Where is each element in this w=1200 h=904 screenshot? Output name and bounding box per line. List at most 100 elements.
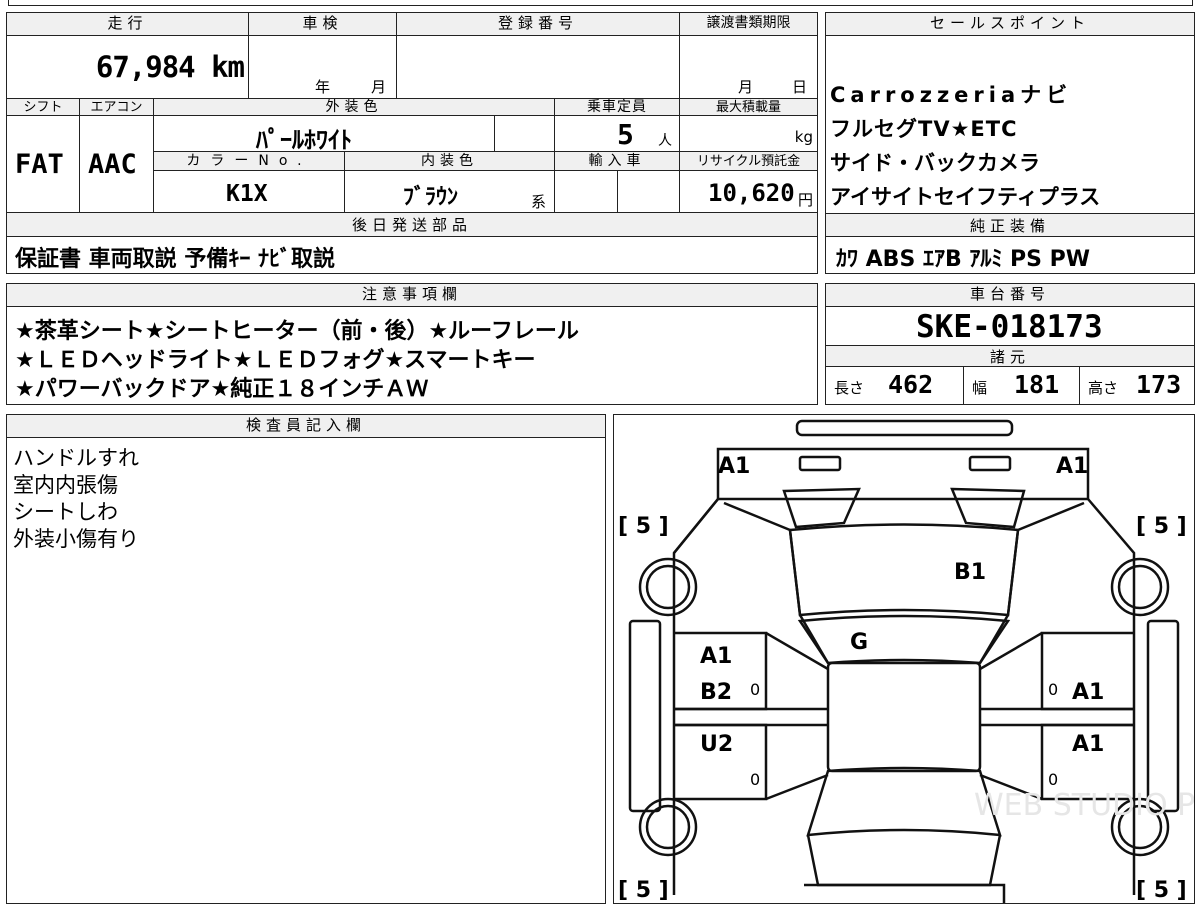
spec-length-label: 長さ xyxy=(834,379,865,397)
chassis-specs-panel: 車台番号 SKE-018173 諸元 長さ 462 幅 181 高さ 173 xyxy=(825,283,1195,405)
capacity-header: 乗車定員 xyxy=(555,99,680,116)
recycle-fee-unit: 円 xyxy=(797,191,813,209)
max-load-value-cell: kg xyxy=(680,116,817,152)
deadline-day-label: 日 xyxy=(792,78,808,96)
tire-label-rear-left: [ 5 ] xyxy=(618,878,669,903)
roof-panel xyxy=(826,661,982,773)
sales-point-1: Carrozzeriaナビ xyxy=(830,83,1073,107)
wheel-front-right xyxy=(1110,557,1170,617)
spec-height-value: 173 xyxy=(1136,370,1182,399)
rear-bumper xyxy=(804,883,1006,903)
headlamp-left xyxy=(782,487,861,529)
inspector-note-1: ハンドルすれ xyxy=(13,446,139,470)
headlight-right-slot xyxy=(968,455,1012,472)
deadline-value-cell: 月 日 xyxy=(680,36,817,99)
wheel-rear-left-inner xyxy=(645,804,691,850)
recycle-fee-value-cell: 10,620 円 xyxy=(680,171,817,213)
headlight-left-slot xyxy=(798,455,842,472)
mileage-value-cell: 67,984 km xyxy=(7,36,249,99)
wheel-front-right-inner xyxy=(1117,564,1163,610)
notes-line-2: ★ＬＥＤヘッドライト★ＬＥＤフォグ★スマートキー xyxy=(15,348,536,373)
capacity-value: 5 xyxy=(617,118,634,151)
tire-label-front-left: [ 5 ] xyxy=(618,514,669,539)
capacity-value-cell: 5 人 xyxy=(555,116,680,152)
front-fender-left xyxy=(673,498,830,664)
import-header: 輸入車 xyxy=(555,152,680,171)
notes-panel: 注意事項欄 ★茶革シート★シートヒーター（前・後）★ルーフレール ★ＬＥＤヘッド… xyxy=(6,283,818,405)
recycle-fee-value: 10,620 xyxy=(708,179,795,207)
sales-point-2: フルセグTV★ETC xyxy=(830,117,1018,141)
spec-length-cell: 長さ 462 xyxy=(826,367,964,404)
top-strip xyxy=(8,0,1193,6)
zero-mark-left-rear: 0 xyxy=(750,770,760,789)
import-value-cell-2 xyxy=(618,171,680,213)
inspection-year-label: 年 xyxy=(315,78,331,96)
color-no-value-cell: K1X xyxy=(154,171,345,213)
capacity-unit: 人 xyxy=(658,133,672,149)
sales-points-header: セールスポイント xyxy=(826,13,1194,36)
max-load-header: 最大積載量 xyxy=(680,99,817,116)
genuine-equipment-value: ｶﾜ ABS ｴｱB ｱﾙﾐ PS PW xyxy=(836,247,1091,272)
rear-hatch xyxy=(806,834,1002,887)
inspection-value-cell: 年 月 xyxy=(249,36,397,99)
windshield xyxy=(797,614,1011,665)
aircon-value: AAC xyxy=(88,149,137,180)
wheel-front-left xyxy=(638,557,698,617)
door-left-sill xyxy=(765,631,829,801)
inspection-month-label: 月 xyxy=(371,78,387,96)
inspector-panel: 検査員記入欄 ハンドルすれ 室内内張傷 シートしわ 外装小傷有り xyxy=(6,414,606,904)
shift-value-cell: FAT xyxy=(7,116,80,213)
exterior-color-value-cell: ﾊﾟｰﾙﾎﾜｲﾄ xyxy=(154,116,495,152)
damage-diagram-panel: WEB STUDIO PLUS A1 A1 B1 G A1 B2 U2 A1 A… xyxy=(613,414,1195,904)
mark-b2-left-front-door: B2 xyxy=(700,680,732,705)
front-bumper-bar xyxy=(795,419,1014,437)
spec-length-value: 462 xyxy=(888,370,934,399)
notes-line-3: ★パワーバックドア★純正１８インチＡＷ xyxy=(15,377,429,402)
interior-color-header: 内装色 xyxy=(345,152,555,171)
inspection-header: 車検 xyxy=(249,13,397,36)
mark-u2-left-rear-door: U2 xyxy=(700,732,733,757)
tire-label-front-right: [ 5 ] xyxy=(1136,514,1187,539)
aircon-value-cell: AAC xyxy=(80,116,154,213)
sales-point-3: サイド・バックカメラ xyxy=(830,151,1040,175)
inspector-note-3: シートしわ xyxy=(13,500,118,524)
inspector-header: 検査員記入欄 xyxy=(7,415,605,438)
spec-height-cell: 高さ 173 xyxy=(1080,367,1194,404)
mark-a1-front-left: A1 xyxy=(718,454,750,479)
interior-color-value: ﾌﾞﾗｳﾝ xyxy=(403,185,459,210)
shift-value: FAT xyxy=(15,149,64,180)
chassis-no-header: 車台番号 xyxy=(826,284,1194,307)
import-value-cell-1 xyxy=(555,171,618,213)
deadline-month-label: 月 xyxy=(738,78,754,96)
later-parts-header: 後日発送部品 xyxy=(7,213,817,237)
exterior-color-header: 外装色 xyxy=(154,99,555,116)
tire-label-rear-right: [ 5 ] xyxy=(1136,878,1187,903)
spec-width-label: 幅 xyxy=(972,379,988,397)
door-right-sill xyxy=(979,631,1043,801)
load-unit: kg xyxy=(794,128,813,146)
inspector-note-2: 室内内張傷 xyxy=(13,473,118,497)
exterior-color-value: ﾊﾟｰﾙﾎﾜｲﾄ xyxy=(256,126,352,152)
mark-a1-left-front-door: A1 xyxy=(700,644,732,669)
mileage-header: 走行 xyxy=(7,13,249,36)
color-no-value: K1X xyxy=(226,181,268,207)
rear-window xyxy=(806,766,1002,837)
mark-a1-right-rear-door: A1 xyxy=(1072,732,1104,757)
inspector-note-4: 外装小傷有り xyxy=(13,527,139,551)
watermark: WEB STUDIO PLUS xyxy=(974,788,1194,823)
wheel-rear-left xyxy=(638,797,698,857)
zero-mark-left-front: 0 xyxy=(750,680,760,699)
genuine-equipment-header: 純正装備 xyxy=(826,213,1194,237)
spec-height-label: 高さ xyxy=(1088,379,1119,397)
chassis-no-value: SKE-018173 xyxy=(916,309,1103,345)
mark-a1-front-right: A1 xyxy=(1056,454,1088,479)
wheel-front-left-inner xyxy=(645,564,691,610)
shift-header: シフト xyxy=(7,99,80,116)
front-bumper xyxy=(716,447,1090,501)
aircon-header: エアコン xyxy=(80,99,154,116)
color-no-header: カラーNo. xyxy=(154,152,345,171)
registration-header: 登録番号 xyxy=(397,13,680,36)
sales-point-4: アイサイトセイフティプラス xyxy=(830,185,1101,209)
side-strip-right xyxy=(1146,619,1180,813)
side-strip-left xyxy=(628,619,662,813)
